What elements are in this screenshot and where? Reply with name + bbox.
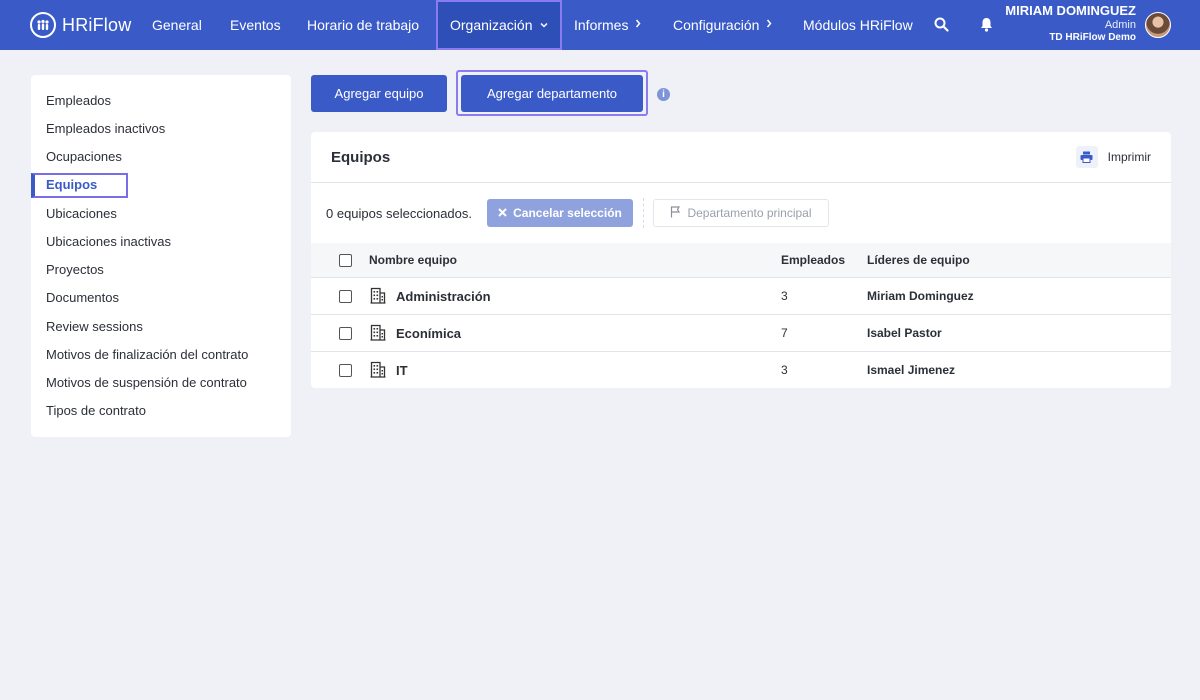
- user-company: TD HRiFlow Demo: [1049, 31, 1136, 43]
- chevron-right-icon: [766, 19, 772, 31]
- sidebar-item-documentos[interactable]: Documentos: [46, 287, 119, 309]
- close-icon: [498, 206, 507, 220]
- people-icon: [30, 12, 56, 38]
- table-row[interactable]: Econímica 7 Isabel Pastor: [311, 315, 1171, 352]
- sidebar-item-ocupaciones[interactable]: Ocupaciones: [46, 146, 122, 168]
- chevron-right-icon: [635, 19, 641, 31]
- sidebar-item-motivos-suspension[interactable]: Motivos de suspensión de contrato: [46, 372, 247, 394]
- sidebar-item-proyectos[interactable]: Proyectos: [46, 259, 104, 281]
- team-leader: Miriam Dominguez: [867, 289, 974, 303]
- top-navbar: HRiFlow General Eventos Horario de traba…: [0, 0, 1200, 50]
- print-button[interactable]: Imprimir: [1075, 146, 1151, 168]
- nav-modulos[interactable]: Módulos HRiFlow: [803, 0, 913, 50]
- sidebar-item-motivos-finalizacion[interactable]: Motivos de finalización del contrato: [46, 344, 248, 366]
- column-header-leaders[interactable]: Líderes de equipo: [867, 253, 970, 267]
- sidebar-item-tipos-contrato[interactable]: Tipos de contrato: [46, 400, 146, 422]
- table-row[interactable]: IT 3 Ismael Jimenez: [311, 352, 1171, 389]
- building-icon: [370, 324, 386, 341]
- table-header: Nombre equipo Empleados Líderes de equip…: [311, 243, 1171, 277]
- sidebar-item-empleados[interactable]: Empleados: [46, 90, 111, 112]
- team-name[interactable]: Administración: [396, 289, 491, 304]
- row-checkbox[interactable]: [339, 290, 352, 303]
- column-header-name[interactable]: Nombre equipo: [369, 253, 457, 267]
- nav-organizacion[interactable]: Organización: [436, 0, 562, 50]
- info-icon[interactable]: i: [657, 88, 670, 101]
- sidebar: Empleados Empleados inactivos Ocupacione…: [31, 75, 291, 437]
- page-title: Equipos: [331, 149, 391, 166]
- chevron-down-icon: [539, 20, 548, 31]
- print-label: Imprimir: [1107, 150, 1151, 164]
- team-name[interactable]: IT: [396, 363, 408, 378]
- teams-card: Equipos Imprimir 0 equipos seleccionados…: [311, 132, 1171, 388]
- main-department-button[interactable]: Departamento principal: [653, 199, 829, 227]
- sidebar-item-ubicaciones-inactivas[interactable]: Ubicaciones inactivas: [46, 231, 171, 253]
- nav-eventos[interactable]: Eventos: [230, 0, 281, 50]
- logo[interactable]: HRiFlow: [30, 12, 131, 38]
- row-checkbox[interactable]: [339, 364, 352, 377]
- logo-text: HRiFlow: [62, 14, 132, 35]
- toolbar-separator: [643, 198, 644, 228]
- team-employees: 3: [781, 289, 788, 303]
- column-header-employees[interactable]: Empleados: [781, 253, 845, 267]
- sidebar-item-equipos[interactable]: Equipos: [31, 173, 128, 198]
- nav-configuracion[interactable]: Configuración: [673, 0, 772, 50]
- divider: [311, 182, 1171, 183]
- sidebar-item-review-sessions[interactable]: Review sessions: [46, 316, 143, 338]
- bell-icon[interactable]: [977, 15, 995, 33]
- nav-horario[interactable]: Horario de trabajo: [307, 0, 419, 50]
- nav-general[interactable]: General: [152, 0, 202, 50]
- cancel-selection-button[interactable]: Cancelar selección: [487, 199, 633, 227]
- flag-icon: [670, 205, 681, 221]
- team-employees: 7: [781, 326, 788, 340]
- user-name: MIRIAM DOMINGUEZ: [1005, 3, 1136, 18]
- team-employees: 3: [781, 363, 788, 377]
- add-department-button[interactable]: Agregar departamento: [461, 75, 643, 112]
- select-all-checkbox[interactable]: [339, 254, 352, 267]
- nav-informes[interactable]: Informes: [574, 0, 641, 50]
- user-role: Admin: [1104, 18, 1136, 31]
- building-icon: [370, 361, 386, 378]
- sidebar-item-ubicaciones[interactable]: Ubicaciones: [46, 203, 117, 225]
- sidebar-item-empleados-inactivos[interactable]: Empleados inactivos: [46, 118, 165, 140]
- team-leader: Isabel Pastor: [867, 326, 942, 340]
- user-menu[interactable]: MIRIAM DOMINGUEZ Admin TD HRiFlow Demo: [1005, 3, 1136, 43]
- avatar[interactable]: [1145, 12, 1171, 38]
- team-leader: Ismael Jimenez: [867, 363, 956, 377]
- add-team-button[interactable]: Agregar equipo: [311, 75, 447, 112]
- building-icon: [370, 287, 386, 304]
- selection-count: 0 equipos seleccionados.: [326, 206, 472, 221]
- printer-icon: [1075, 146, 1098, 168]
- team-name[interactable]: Econímica: [396, 326, 461, 341]
- search-icon[interactable]: [932, 15, 950, 33]
- row-checkbox[interactable]: [339, 327, 352, 340]
- table-row[interactable]: Administración 3 Miriam Dominguez: [311, 278, 1171, 315]
